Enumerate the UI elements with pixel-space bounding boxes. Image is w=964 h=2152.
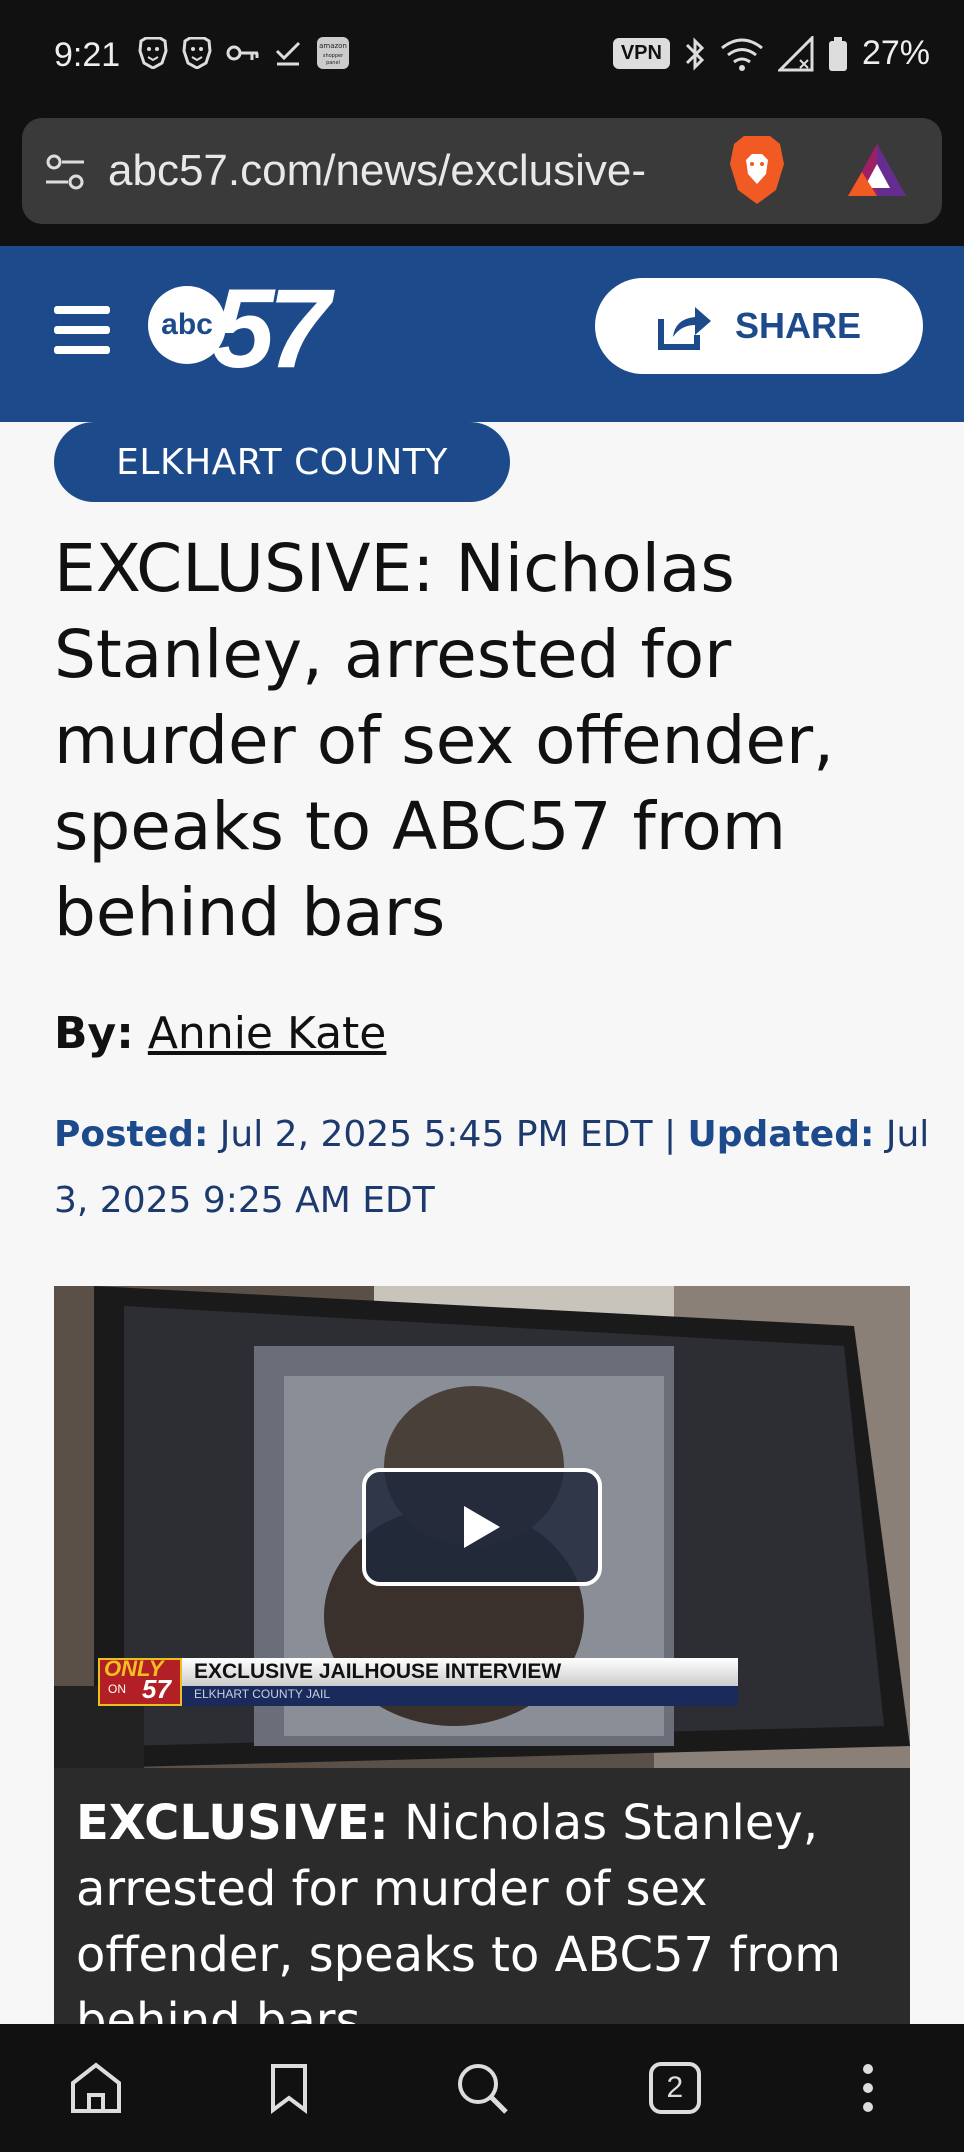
play-icon [464, 1506, 500, 1548]
checkmark-icon [275, 41, 301, 66]
bookmarks-button[interactable] [249, 2048, 329, 2128]
status-time: 9:21 [54, 36, 121, 74]
tabs-button[interactable]: 2 [635, 2048, 715, 2128]
svg-text:shopper: shopper [323, 53, 344, 59]
posted-date: Jul 2, 2025 5:45 PM EDT [219, 1114, 653, 1155]
category-badge[interactable]: ELKHART COUNTY [54, 422, 510, 502]
status-bar: 9:21 amazon shopper panel VPN 27% [0, 0, 964, 112]
signal-icon [777, 35, 814, 71]
bluetooth-icon [685, 36, 705, 71]
svg-text:panel: panel [326, 60, 340, 66]
battery-percent: 27% [861, 34, 930, 72]
brave-shields-icon[interactable] [726, 134, 788, 206]
browser-bottom-nav: 2 [0, 2024, 964, 2152]
bookmark-icon [271, 2064, 308, 2114]
menu-button[interactable] [828, 2048, 908, 2128]
posted-label: Posted: [54, 1114, 209, 1155]
by-label: By: [54, 1008, 134, 1059]
lower-third-subtitle: ELKHART COUNTY JAIL [194, 1687, 331, 1701]
play-button[interactable] [362, 1468, 602, 1586]
video-player[interactable]: ONLY ON 57 EXCLUSIVE JAILHOUSE INTERVIEW… [54, 1286, 910, 1768]
caption-bold: EXCLUSIVE: [76, 1795, 389, 1851]
more-vertical-icon [862, 2064, 873, 2112]
author-link[interactable]: Annie Kate [148, 1008, 387, 1059]
svg-text:amazon: amazon [319, 42, 347, 50]
url-text[interactable]: abc57.com/news/exclusive- [108, 146, 728, 196]
share-button[interactable]: SHARE [595, 278, 923, 374]
search-button[interactable] [442, 2048, 522, 2128]
byline: By: Annie Kate [54, 1008, 386, 1059]
logo-abc-text: abc [161, 308, 213, 341]
brave-lion-icon [182, 37, 212, 69]
wifi-icon [721, 38, 763, 71]
lower-third-title: EXCLUSIVE JAILHOUSE INTERVIEW [194, 1660, 562, 1683]
system-icons: VPN 27% [612, 34, 930, 73]
updated-label: Updated: [687, 1114, 875, 1155]
tab-count: 2 [666, 2071, 684, 2104]
site-settings-icon[interactable] [44, 152, 88, 192]
battery-icon [828, 36, 847, 71]
address-bar[interactable]: abc57.com/news/exclusive- [22, 118, 942, 224]
share-label: SHARE [734, 305, 862, 346]
vpn-badge: VPN [612, 38, 670, 69]
share-icon [657, 307, 711, 350]
key-icon [226, 45, 259, 61]
site-header: abc 57 SHARE [0, 246, 964, 422]
brave-lion-icon [138, 37, 168, 69]
badge-num: 57 [142, 1674, 171, 1704]
notification-icons: amazon shopper panel [138, 36, 350, 70]
article-dates: Posted: Jul 2, 2025 5:45 PM EDT | Update… [54, 1102, 934, 1234]
video-lower-third: ONLY ON 57 EXCLUSIVE JAILHOUSE INTERVIEW… [98, 1656, 738, 1706]
abc57-logo[interactable]: abc 57 [148, 266, 368, 391]
hamburger-menu-icon[interactable] [52, 302, 112, 358]
search-icon [457, 2064, 508, 2114]
browser-toolbar: abc57.com/news/exclusive- [0, 112, 964, 246]
home-button[interactable] [56, 2048, 136, 2128]
home-icon [71, 2062, 122, 2113]
video-caption: EXCLUSIVE: Nicholas Stanley, arrested fo… [54, 1768, 910, 2049]
article-title: EXCLUSIVE: Nicholas Stanley, arrested fo… [54, 530, 835, 951]
amazon-shopper-panel-icon: amazon shopperpanel [317, 37, 349, 69]
badge-on: ON [108, 1682, 126, 1696]
article-content: ELKHART COUNTY EXCLUSIVE: Nicholas Stanl… [0, 422, 964, 2049]
logo-number: 57 [212, 266, 331, 391]
date-separator: | [663, 1114, 677, 1155]
brave-rewards-icon[interactable] [846, 142, 908, 198]
